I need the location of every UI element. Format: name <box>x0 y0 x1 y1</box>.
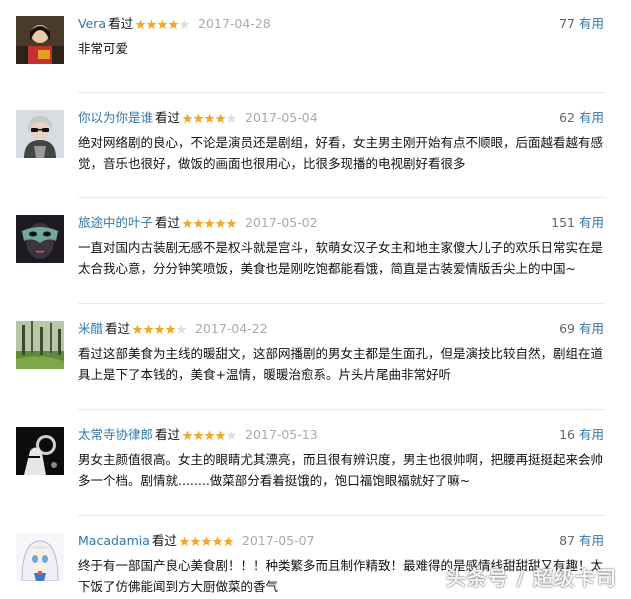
vote-area: 16 有用 <box>559 426 604 444</box>
rating-stars <box>135 15 190 33</box>
useful-count: 16 <box>559 427 575 442</box>
vote-area: 87 有用 <box>559 532 604 550</box>
star-icon <box>190 536 201 547</box>
vote-area: 151 有用 <box>551 214 604 232</box>
watched-label: 看过 <box>151 533 177 548</box>
review-date: 2017-04-28 <box>198 16 271 31</box>
review-date: 2017-05-04 <box>245 110 318 125</box>
star-icon <box>193 218 204 229</box>
watched-label: 看过 <box>155 427 181 442</box>
star-icon <box>204 218 215 229</box>
rating-stars <box>182 426 237 444</box>
star-icon <box>193 113 204 124</box>
vote-area: 69 有用 <box>559 320 604 338</box>
username-link[interactable]: 太常寺协律郎 <box>78 427 153 442</box>
sunglasses-woman-avatar-icon[interactable] <box>16 110 64 158</box>
useful-button[interactable]: 有用 <box>579 16 604 31</box>
vote-area: 77 有用 <box>559 15 604 33</box>
divider <box>78 197 606 198</box>
rating-stars <box>132 320 187 338</box>
useful-count: 69 <box>559 321 575 336</box>
review-date: 2017-04-22 <box>195 321 268 336</box>
rating-stars <box>182 214 237 232</box>
star-icon <box>165 324 176 335</box>
star-icon <box>215 218 226 229</box>
rating-stars <box>179 532 234 550</box>
review-meta: 太常寺协律郎 看过 2017-05-13 <box>78 426 318 444</box>
star-icon <box>176 324 187 335</box>
star-icon <box>182 218 193 229</box>
anime-girl-avatar-icon[interactable] <box>16 533 64 581</box>
star-icon <box>204 430 215 441</box>
watched-label: 看过 <box>108 16 134 31</box>
star-icon <box>226 218 237 229</box>
star-icon <box>179 19 190 30</box>
username-link[interactable]: Vera <box>78 16 106 31</box>
useful-button[interactable]: 有用 <box>579 533 604 548</box>
review-date: 2017-05-07 <box>241 533 315 548</box>
review-meta: 你以为你是谁 看过 2017-05-04 <box>78 109 318 127</box>
star-icon <box>179 536 190 547</box>
watched-label: 看过 <box>105 321 131 336</box>
masked-face-avatar-icon[interactable] <box>16 215 64 263</box>
username-link[interactable]: 你以为你是谁 <box>78 110 153 125</box>
useful-button[interactable]: 有用 <box>579 215 604 230</box>
useful-count: 151 <box>551 215 575 230</box>
review-content: 男女主颜值很高。女主的眼睛尤其漂亮，而且很有辨识度，男主也很帅啊，把腰再挺挺起来… <box>78 452 604 488</box>
star-icon <box>223 536 234 547</box>
review-meta: Macadamia 看过 2017-05-07 <box>78 532 315 550</box>
divider <box>78 92 606 93</box>
review-content: 绝对网络剧的良心，不论是演员还是剧组，好看，女主男主刚开始有点不顺眼，后面越看越… <box>78 135 604 171</box>
divider <box>78 303 606 304</box>
star-icon <box>182 430 193 441</box>
star-icon <box>226 430 237 441</box>
watermark: 头条号 / 超级卡司 <box>445 566 617 590</box>
star-icon <box>146 19 157 30</box>
divider <box>78 409 606 410</box>
star-icon <box>154 324 165 335</box>
useful-button[interactable]: 有用 <box>579 321 604 336</box>
username-link[interactable]: 旅途中的叶子 <box>78 215 153 230</box>
star-icon <box>201 536 212 547</box>
review-meta: Vera 看过 2017-04-28 <box>78 15 271 33</box>
review-date: 2017-05-02 <box>245 215 318 230</box>
username-link[interactable]: 米醋 <box>78 321 103 336</box>
review-content: 非常可爱 <box>78 41 129 56</box>
useful-count: 62 <box>559 110 575 125</box>
star-icon <box>132 324 143 335</box>
useful-button[interactable]: 有用 <box>579 110 604 125</box>
star-icon <box>226 113 237 124</box>
username-link[interactable]: Macadamia <box>78 533 150 548</box>
dark-illustration-avatar-icon[interactable] <box>16 427 64 475</box>
review-content: 看过这部美食为主线的暖甜文，这部网播剧的男女主都是生面孔，但是演技比较自然，剧组… <box>78 346 604 382</box>
review-content: 一直对国内古装剧无感不是权斗就是宫斗，软萌女汉子女主和地主家傻大儿子的欢乐日常实… <box>78 240 604 276</box>
forest-landscape-avatar-icon[interactable] <box>16 321 64 369</box>
star-icon <box>215 113 226 124</box>
rating-stars <box>182 109 237 127</box>
star-icon <box>143 324 154 335</box>
star-icon <box>215 430 226 441</box>
star-icon <box>168 19 179 30</box>
review-date: 2017-05-13 <box>245 427 318 442</box>
star-icon <box>135 19 146 30</box>
girl-portrait-avatar-icon[interactable] <box>16 16 64 64</box>
star-icon <box>193 430 204 441</box>
vote-area: 62 有用 <box>559 109 604 127</box>
useful-count: 77 <box>559 16 575 31</box>
star-icon <box>157 19 168 30</box>
star-icon <box>182 113 193 124</box>
watched-label: 看过 <box>155 110 181 125</box>
divider <box>78 515 606 516</box>
useful-count: 87 <box>559 533 575 548</box>
useful-button[interactable]: 有用 <box>579 427 604 442</box>
review-meta: 米醋 看过 2017-04-22 <box>78 320 268 338</box>
star-icon <box>212 536 223 547</box>
review-meta: 旅途中的叶子 看过 2017-05-02 <box>78 214 318 232</box>
star-icon <box>204 113 215 124</box>
watched-label: 看过 <box>155 215 181 230</box>
